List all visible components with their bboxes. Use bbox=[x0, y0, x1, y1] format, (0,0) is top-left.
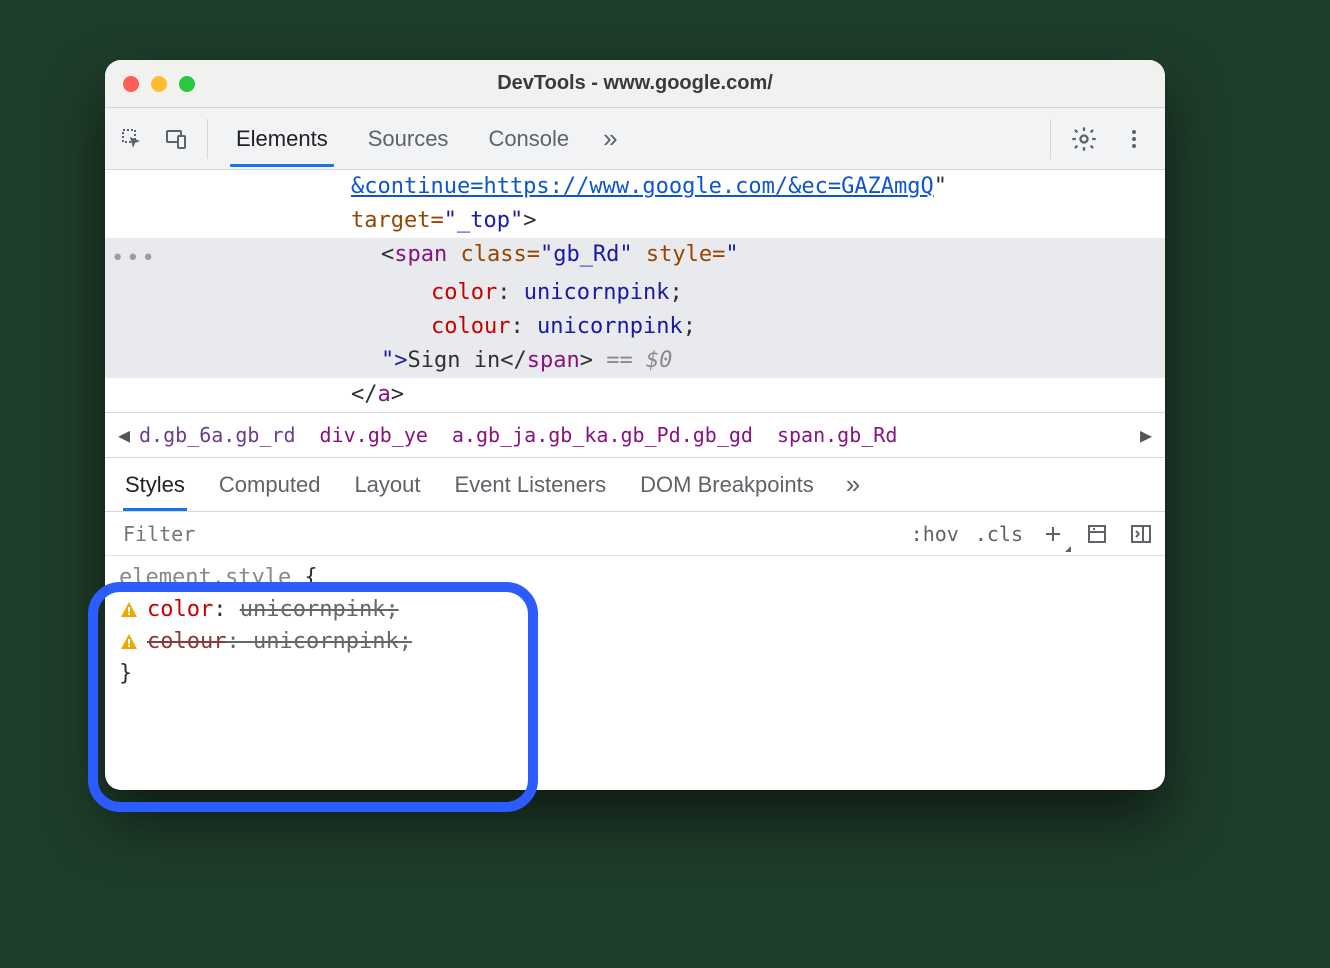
tab-elements[interactable]: Elements bbox=[230, 112, 334, 166]
gear-icon[interactable] bbox=[1067, 122, 1101, 156]
computed-styles-sidebar-icon[interactable] bbox=[1083, 520, 1111, 548]
warning-icon bbox=[119, 632, 139, 652]
breadcrumb-item-selected[interactable]: span.gb_Rd bbox=[777, 423, 897, 447]
force-state-button[interactable]: :hov bbox=[911, 520, 959, 548]
styles-subtabs: Styles Computed Layout Event Listeners D… bbox=[105, 458, 1165, 512]
minimize-window-button[interactable] bbox=[151, 76, 167, 92]
kebab-menu-icon[interactable] bbox=[1117, 122, 1151, 156]
subtab-computed[interactable]: Computed bbox=[217, 460, 323, 510]
element-classes-button[interactable]: .cls bbox=[975, 520, 1023, 548]
dom-target-attr: target= bbox=[351, 208, 444, 233]
subtab-layout[interactable]: Layout bbox=[352, 460, 422, 510]
devtools-main-tabs: Elements Sources Console » bbox=[230, 112, 618, 166]
styles-pane[interactable]: element.style { color: unicornpink; colo… bbox=[105, 556, 1165, 696]
elements-tree[interactable]: &continue=https://www.google.com/&ec=GAZ… bbox=[105, 170, 1165, 412]
toggle-sidebar-icon[interactable] bbox=[1127, 520, 1155, 548]
styles-selector: element.style bbox=[119, 565, 291, 590]
tab-sources[interactable]: Sources bbox=[362, 112, 455, 166]
subtab-dom-breakpoints[interactable]: DOM Breakpoints bbox=[638, 460, 816, 510]
window-title: DevTools - www.google.com/ bbox=[105, 72, 1165, 95]
toolbar-divider-right bbox=[1050, 119, 1051, 159]
breadcrumb-scroll-right-icon[interactable]: ▶ bbox=[1135, 423, 1157, 447]
breadcrumb-scroll-left-icon[interactable]: ◀ bbox=[113, 423, 135, 447]
style-declaration[interactable]: color: unicornpink; bbox=[119, 594, 1151, 626]
styles-toolbar: :hov .cls bbox=[105, 512, 1165, 556]
style-declaration[interactable]: colour: unicornpink; bbox=[119, 626, 1151, 658]
tabs-overflow-icon[interactable]: » bbox=[603, 123, 617, 154]
device-toolbar-icon[interactable] bbox=[159, 122, 193, 156]
expand-toggle-icon[interactable]: ••• bbox=[111, 238, 151, 276]
breadcrumb-item[interactable]: a.gb_ja.gb_ka.gb_Pd.gb_gd bbox=[452, 423, 753, 447]
subtab-event-listeners[interactable]: Event Listeners bbox=[453, 460, 609, 510]
warning-icon bbox=[119, 600, 139, 620]
devtools-window: DevTools - www.google.com/ Elements Sour… bbox=[105, 60, 1165, 790]
dom-url-fragment: &continue=https://www.google.com/&ec=GAZ… bbox=[351, 174, 934, 199]
subtab-styles[interactable]: Styles bbox=[123, 460, 187, 510]
close-window-button[interactable] bbox=[123, 76, 139, 92]
window-controls bbox=[123, 76, 195, 92]
breadcrumb-item[interactable]: div.gb_ye bbox=[320, 423, 428, 447]
inspect-element-icon[interactable] bbox=[115, 122, 149, 156]
subtabs-overflow-icon[interactable]: » bbox=[846, 469, 860, 500]
styles-filter-input[interactable] bbox=[121, 521, 911, 547]
maximize-window-button[interactable] bbox=[179, 76, 195, 92]
breadcrumb: ◀ d.gb_6a.gb_rd div.gb_ye a.gb_ja.gb_ka.… bbox=[105, 412, 1165, 458]
tab-console[interactable]: Console bbox=[482, 112, 575, 166]
breadcrumb-item[interactable]: d.gb_6a.gb_rd bbox=[139, 423, 296, 447]
new-style-rule-button[interactable] bbox=[1039, 520, 1067, 548]
window-titlebar: DevTools - www.google.com/ bbox=[105, 60, 1165, 108]
toolbar-divider bbox=[207, 119, 208, 159]
devtools-toolbar: Elements Sources Console » bbox=[105, 108, 1165, 170]
elements-tree-selected-node[interactable]: ••• <span class="gb_Rd" style=" color: u… bbox=[105, 238, 1165, 378]
styles-close-brace: } bbox=[119, 661, 132, 686]
